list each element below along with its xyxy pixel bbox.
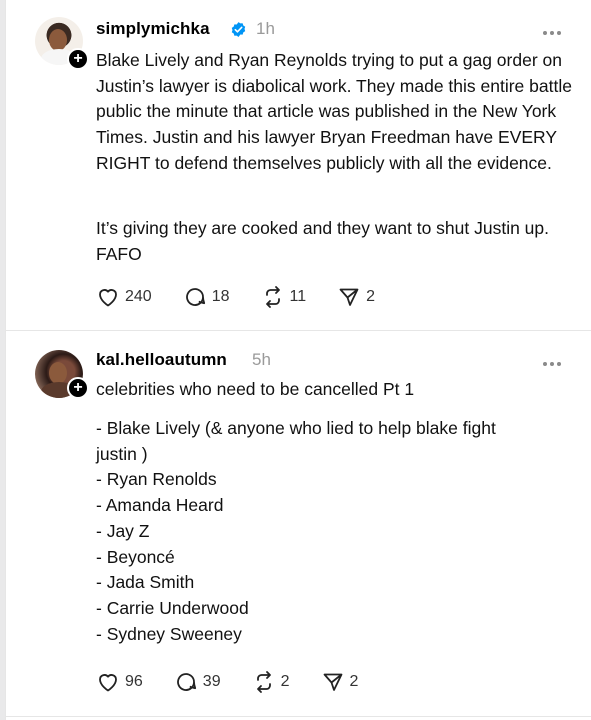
verified-check-icon [231,22,246,37]
post-text: Blake Lively and Ryan Reynolds trying to… [96,50,572,173]
post-text: celebrities who need to be cancelled Pt … [96,379,415,399]
post[interactable]: + simplymichka 1h Blake Lively and Ryan … [6,0,591,331]
repost-icon [265,286,280,308]
send-icon [339,288,359,306]
share-button[interactable]: 2 [321,670,359,694]
post-actions: 240 18 11 2 [96,285,406,309]
reply-button[interactable]: 39 [174,670,221,694]
like-count: 96 [125,673,143,690]
send-icon [323,673,342,691]
list-item: - Jay Z [96,520,150,541]
repost-icon [256,671,271,693]
list-item: - Carrie Underwood [96,597,249,618]
list-item: - Beyoncé [96,546,175,567]
post[interactable]: + kal.helloautumn 5h celebrities who nee… [6,331,591,717]
list-item: - Blake Lively (& anyone who lied to hel… [96,418,496,438]
share-count: 2 [349,673,359,690]
list-item: - Sydney Sweeney [96,623,242,644]
post-list: - Blake Lively (& anyone who lied to hel… [96,416,576,647]
username[interactable]: simplymichka [96,19,210,39]
post-time: 5h [252,350,271,369]
repost-button[interactable]: 2 [252,670,290,694]
post-time: 1h [256,19,275,38]
heart-icon [99,289,117,307]
avatar-face [49,29,67,51]
list-item: - Amanda Heard [96,495,224,516]
reply-count: 39 [202,673,221,690]
list-item: - Jada Smith [96,572,195,593]
heart-icon [99,674,117,692]
comment-icon [176,673,196,691]
post-text: It’s giving they are cooked and they wan… [96,218,550,264]
avatar-face [49,362,67,384]
feed: + simplymichka 1h Blake Lively and Ryan … [5,0,591,720]
username[interactable]: kal.helloautumn [96,350,227,370]
reply-button[interactable]: 18 [183,285,230,309]
like-button[interactable]: 240 [96,285,152,309]
list-item: justin ) [96,443,148,464]
like-button[interactable]: 96 [96,670,143,694]
more-dots-icon[interactable] [543,22,565,35]
repost-count: 11 [289,288,307,305]
share-count: 2 [366,288,376,305]
repost-count: 2 [280,673,290,690]
post-actions: 96 39 2 2 [96,670,389,694]
repost-button[interactable]: 11 [261,285,307,309]
comment-icon [185,288,205,306]
reply-count: 18 [211,288,230,305]
follow-plus-icon[interactable]: + [67,377,89,399]
more-dots-icon[interactable] [543,353,565,366]
share-button[interactable]: 2 [337,285,375,309]
list-item: - Ryan Renolds [96,469,217,490]
like-count: 240 [125,288,152,305]
follow-plus-icon[interactable]: + [67,48,89,70]
